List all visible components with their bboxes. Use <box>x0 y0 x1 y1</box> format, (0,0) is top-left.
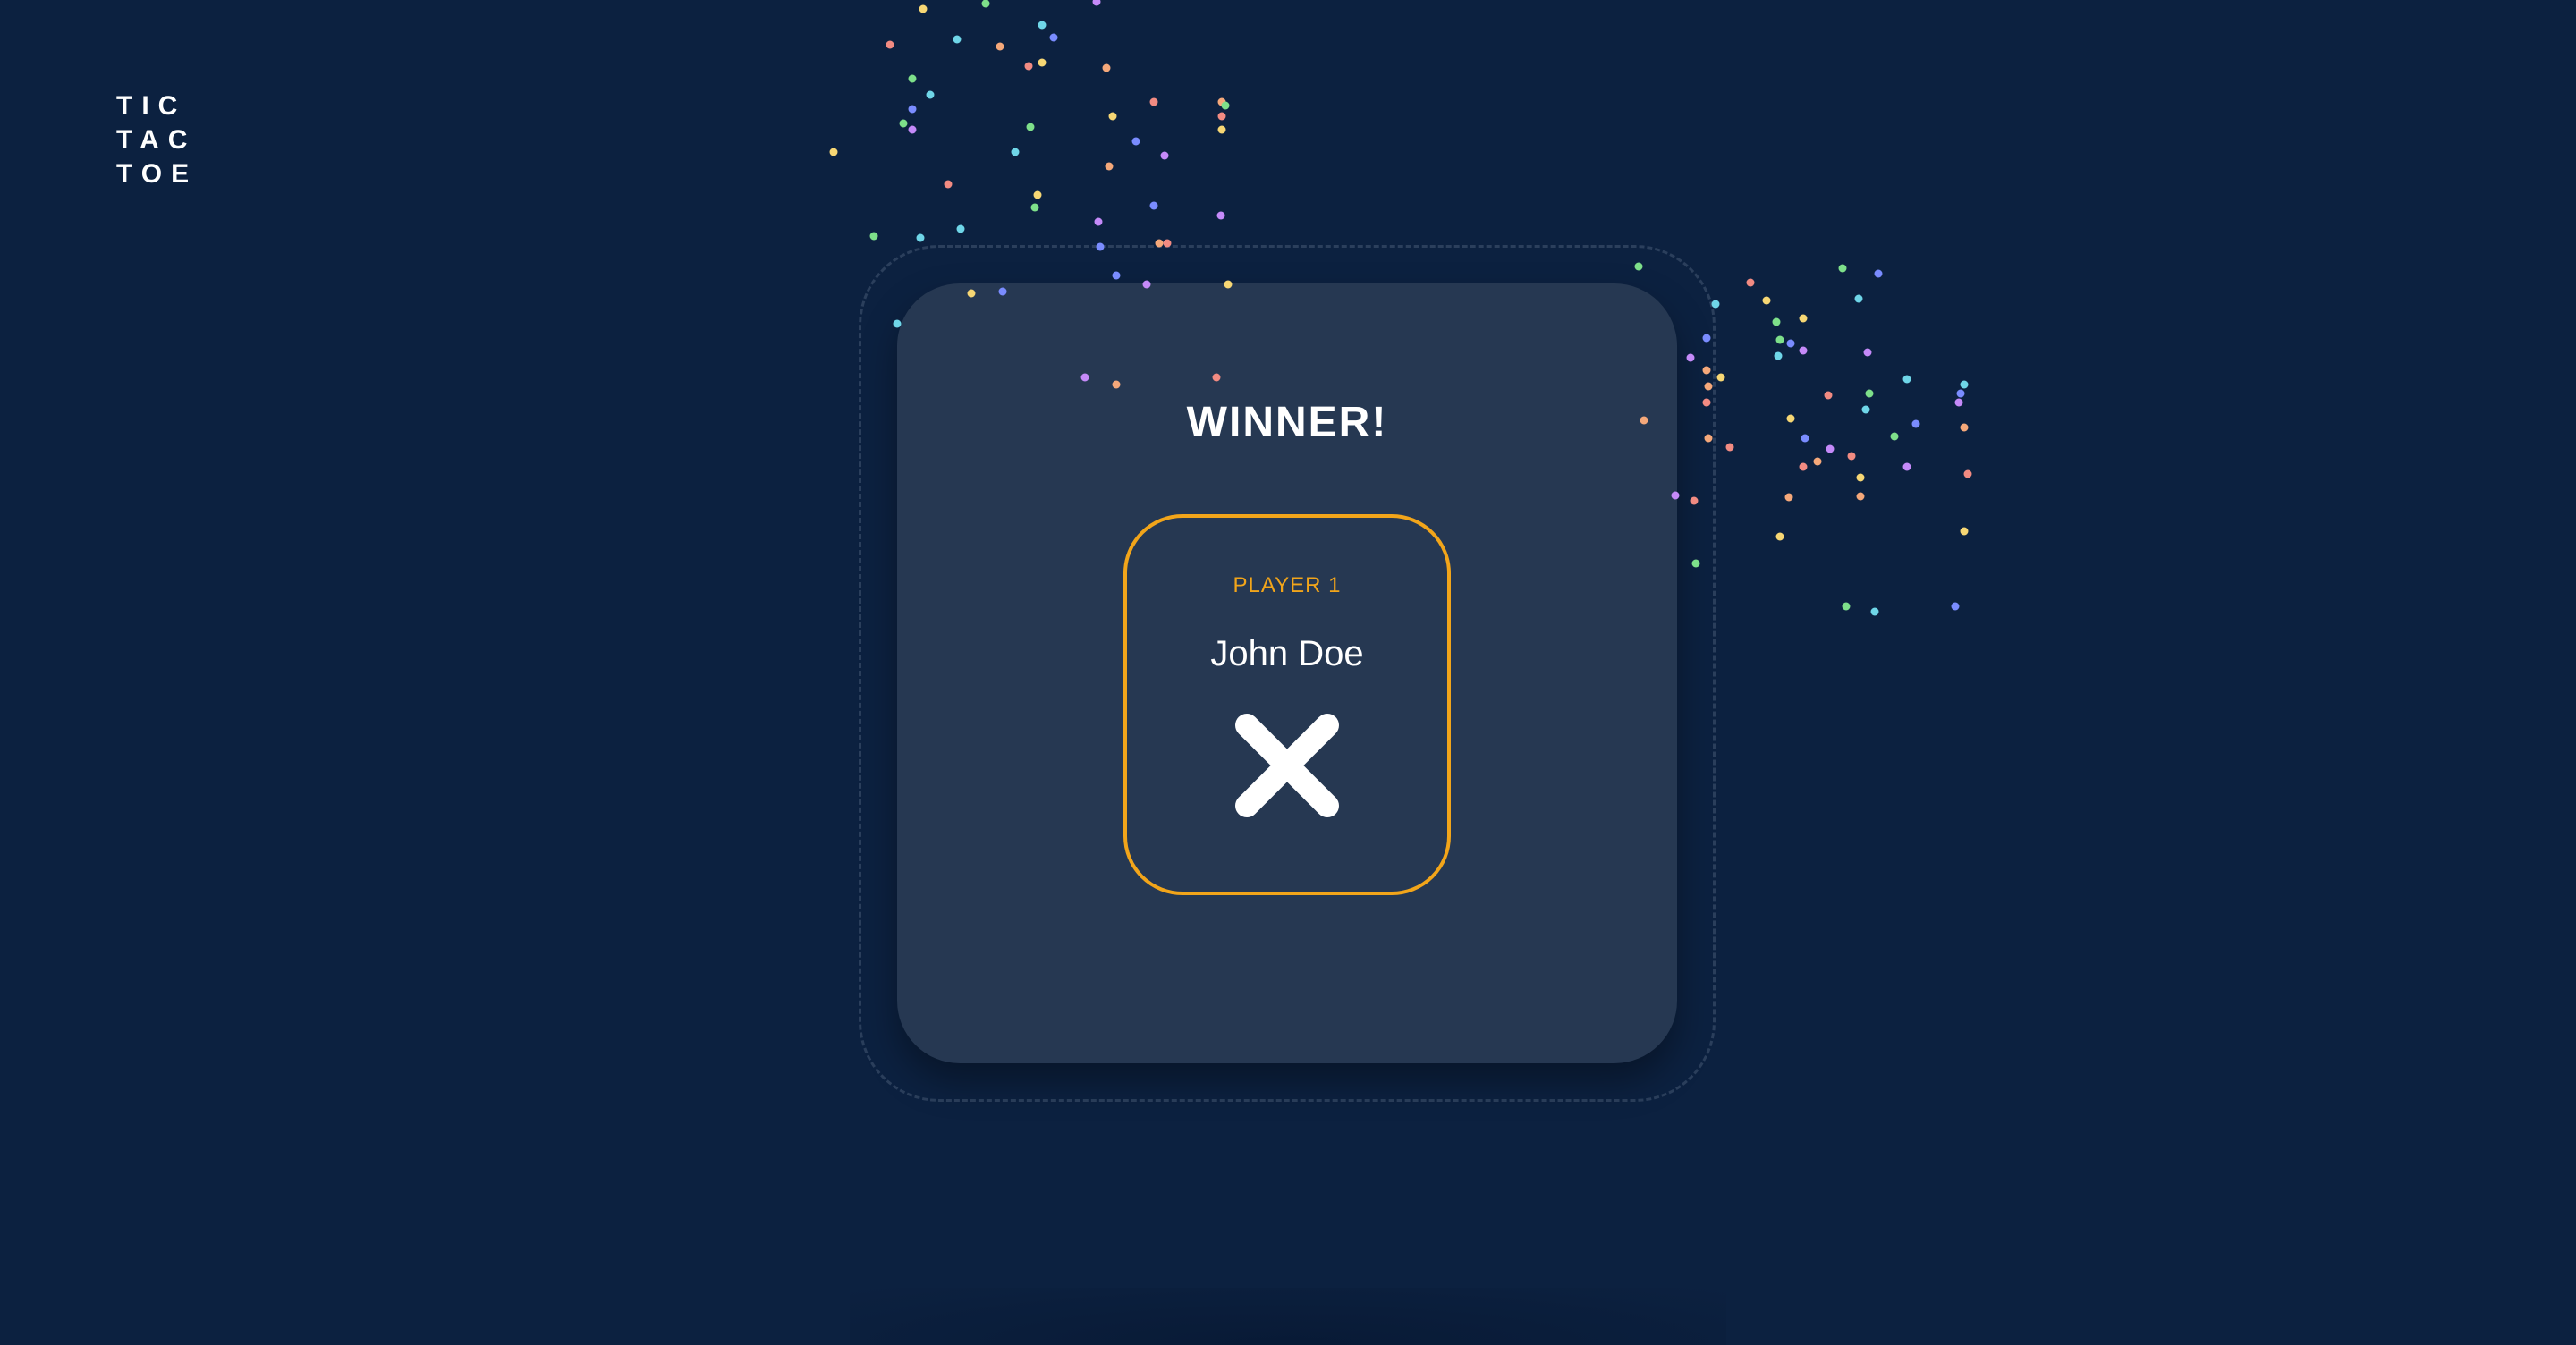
confetti-dot <box>1890 432 1899 441</box>
confetti-dot <box>1038 58 1046 67</box>
confetti-dot <box>953 35 962 44</box>
player-label: PLAYER 1 <box>1233 573 1342 597</box>
confetti-dot <box>981 0 990 8</box>
confetti-dot <box>1149 97 1158 106</box>
confetti-dot <box>1011 148 1020 156</box>
confetti-dot <box>1038 21 1046 30</box>
logo-line-1: TIC <box>116 91 187 121</box>
confetti-dot <box>1861 405 1870 414</box>
confetti-dot <box>956 224 965 233</box>
confetti-dot <box>919 4 928 13</box>
confetti-dot <box>1216 211 1225 220</box>
confetti-dot <box>1847 452 1856 461</box>
confetti-dot <box>1775 335 1784 344</box>
winner-modal: WINNER! PLAYER 1 John Doe <box>897 283 1677 1063</box>
confetti-dot <box>1024 62 1033 71</box>
confetti-dot <box>1824 391 1833 400</box>
confetti-dot <box>908 125 917 134</box>
confetti-dot <box>908 105 917 114</box>
confetti-dot <box>1786 339 1795 348</box>
confetti-dot <box>1856 473 1865 482</box>
confetti-dot <box>1960 423 1969 432</box>
confetti-dot <box>829 148 838 156</box>
confetti-dot <box>1775 532 1784 541</box>
confetti-dot <box>1799 314 1808 323</box>
tic-tac-toe-logo: TIC TAC TOE <box>116 89 198 191</box>
confetti-dot <box>1026 123 1035 131</box>
confetti-dot <box>1217 125 1226 134</box>
confetti-dot <box>1838 264 1847 273</box>
confetti-dot <box>886 40 894 49</box>
confetti-dot <box>1774 351 1783 360</box>
confetti-dot <box>1217 112 1226 121</box>
confetti-dot <box>1865 389 1874 398</box>
confetti-dot <box>1725 443 1734 452</box>
confetti-dot <box>1954 398 1963 407</box>
confetti-dot <box>926 90 935 99</box>
confetti-dot <box>1092 0 1101 6</box>
confetti-dot <box>1746 278 1755 287</box>
confetti-dot <box>1911 419 1920 428</box>
confetti-dot <box>1902 375 1911 384</box>
confetti-dot <box>1716 373 1725 382</box>
confetti-dot <box>1049 33 1058 42</box>
confetti-dot <box>1217 97 1226 106</box>
winner-title: WINNER! <box>1186 399 1388 446</box>
confetti-dot <box>916 233 925 242</box>
confetti-dot <box>1784 493 1793 502</box>
confetti-dot <box>1863 348 1872 357</box>
confetti-dot <box>1813 457 1822 466</box>
logo-line-3: TOE <box>116 159 199 189</box>
confetti-dot <box>1826 444 1835 453</box>
confetti-dot <box>1951 602 1960 611</box>
confetti-dot <box>1149 201 1158 210</box>
confetti-dot <box>1772 317 1781 326</box>
confetti-dot <box>1108 112 1117 121</box>
x-mark-icon <box>1235 714 1339 817</box>
confetti-dot <box>1221 101 1230 110</box>
confetti-dot <box>1799 346 1808 355</box>
confetti-dot <box>1870 607 1879 616</box>
confetti-dot <box>1799 462 1808 471</box>
player-name: John Doe <box>1210 634 1364 673</box>
confetti-dot <box>1131 137 1140 146</box>
confetti-dot <box>1094 217 1103 226</box>
confetti-dot <box>1902 462 1911 471</box>
confetti-dot <box>899 119 908 128</box>
confetti-dot <box>1842 602 1851 611</box>
confetti-dot <box>944 180 953 189</box>
confetti-dot <box>1956 389 1965 398</box>
confetti-dot <box>1786 414 1795 423</box>
confetti-dot <box>1874 269 1883 278</box>
confetti-dot <box>996 42 1004 51</box>
confetti-dot <box>1963 469 1972 478</box>
confetti-dot <box>1856 492 1865 501</box>
winner-player-card: PLAYER 1 John Doe <box>1123 514 1451 895</box>
confetti-dot <box>1105 162 1114 171</box>
confetti-dot <box>1960 527 1969 536</box>
confetti-dot <box>1033 190 1042 199</box>
confetti-dot <box>1762 296 1771 305</box>
confetti-dot <box>869 232 878 241</box>
confetti-dot <box>908 74 917 83</box>
confetti-dot <box>1801 434 1809 443</box>
bottom-shadow <box>850 1288 1726 1345</box>
game-screen: TIC TAC TOE WINNER! PLAYER 1 John Doe <box>0 0 2576 1345</box>
confetti-dot <box>1960 380 1969 389</box>
logo-line-2: TAC <box>116 125 197 155</box>
confetti-dot <box>1030 203 1039 212</box>
confetti-dot <box>1102 63 1111 72</box>
confetti-dot <box>1854 294 1863 303</box>
confetti-dot <box>1160 151 1169 160</box>
